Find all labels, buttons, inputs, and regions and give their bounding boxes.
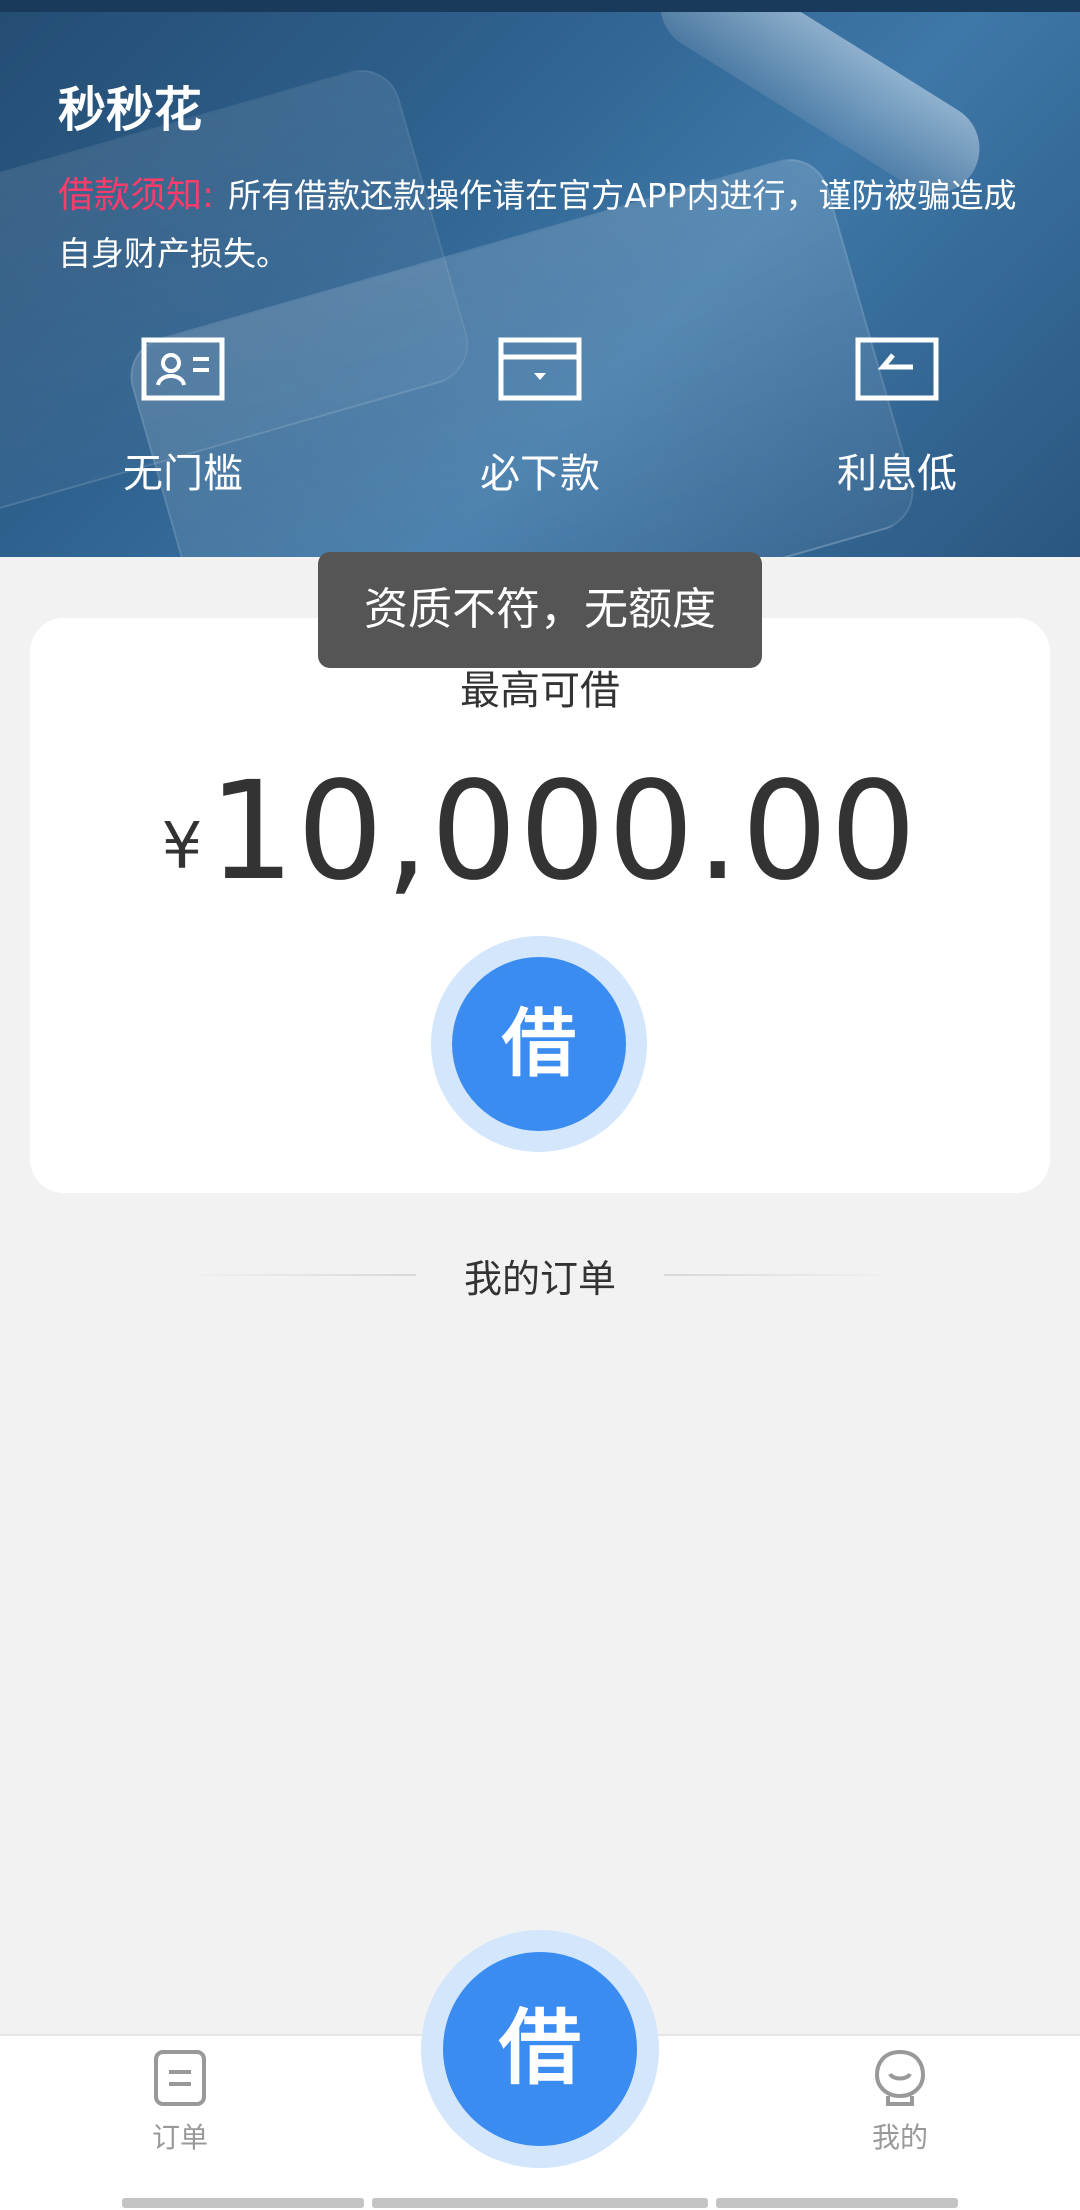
wallet-icon [498, 337, 582, 401]
app-title: 秒秒花 [58, 82, 203, 138]
id-card-icon [141, 337, 225, 401]
user-profile-icon [874, 2049, 926, 2106]
card-return-icon [855, 337, 939, 401]
borrow-button[interactable]: 借 [431, 936, 647, 1152]
feature-label: 无门槛 [123, 451, 243, 497]
divider-line [664, 1274, 900, 1276]
my-orders-header: 我的订单 [180, 1248, 900, 1301]
loan-card: 最高可借 ¥10,000.00 借 [30, 618, 1050, 1193]
feature-no-threshold: 无门槛 [53, 337, 313, 499]
tab-orders[interactable]: 订单 [110, 2048, 250, 2156]
status-bar [0, 0, 1080, 12]
currency-symbol: ¥ [161, 810, 203, 884]
feature-label: 利息低 [837, 451, 957, 497]
loan-amount: ¥10,000.00 [30, 753, 1050, 911]
amount-value: 10,000.00 [208, 753, 919, 911]
feature-label: 必下款 [480, 451, 600, 497]
feature-guaranteed: 必下款 [410, 337, 670, 499]
center-borrow-button[interactable]: 借 [421, 1930, 659, 2168]
borrow-button-label: 借 [452, 957, 626, 1131]
system-nav-bar [716, 2198, 958, 2208]
tab-orders-label: 订单 [151, 2121, 208, 2154]
loan-notice: 借款须知: 所有借款还款操作请在官方APP内进行，谨防被骗造成自身财产损失。 [58, 167, 1028, 283]
toast-message: 资质不符，无额度 [318, 552, 762, 668]
header-banner: 秒秒花 借款须知: 所有借款还款操作请在官方APP内进行，谨防被骗造成自身财产损失… [0, 12, 1080, 557]
feature-low-interest: 利息低 [767, 337, 1027, 499]
notice-label: 借款须知: [58, 175, 215, 216]
system-nav-bar [372, 2198, 708, 2208]
center-borrow-label: 借 [443, 1952, 637, 2146]
order-list-icon [154, 2050, 206, 2106]
tab-mine-label: 我的 [871, 2121, 928, 2154]
tab-mine[interactable]: 我的 [830, 2048, 970, 2156]
system-nav-bar [122, 2198, 364, 2208]
